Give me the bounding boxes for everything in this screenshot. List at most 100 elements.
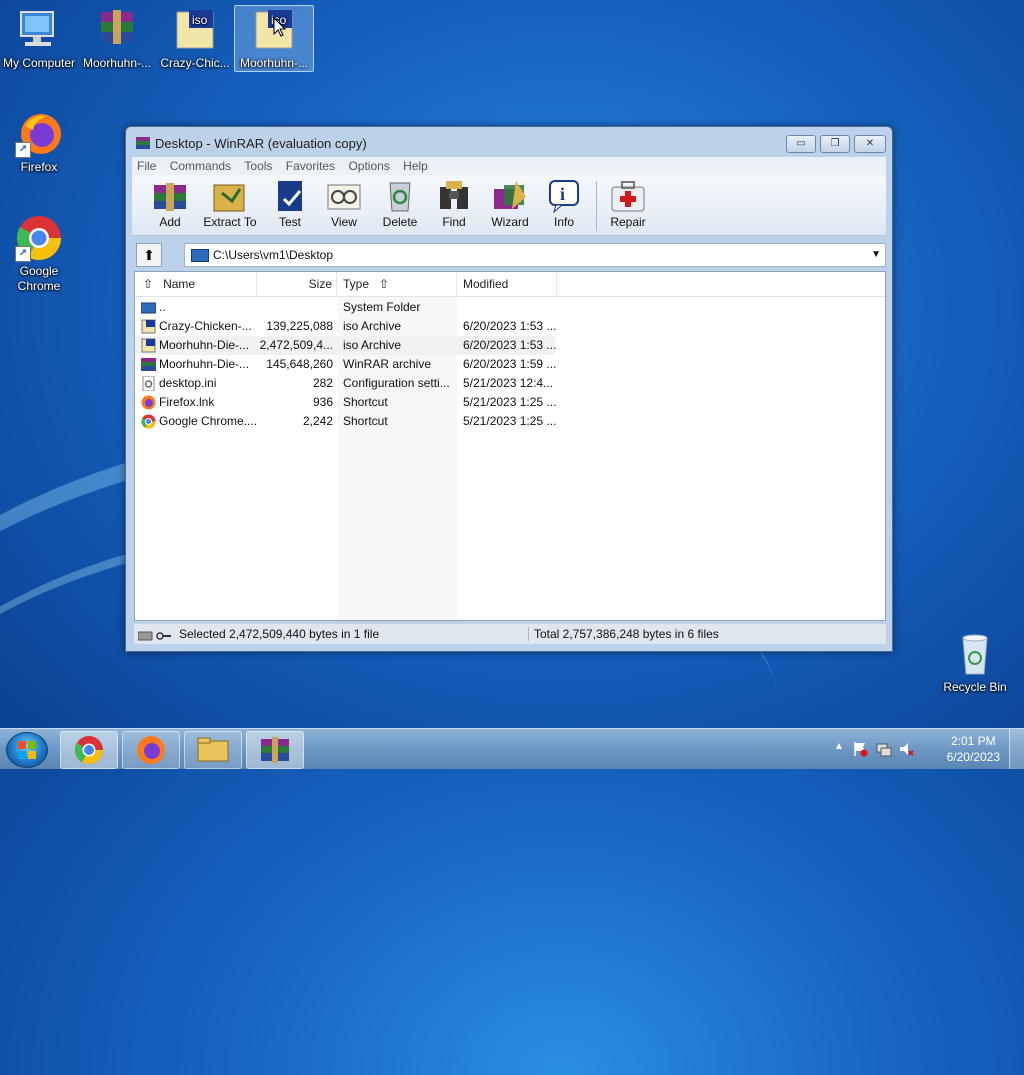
column-modified[interactable]: Modified [457, 272, 557, 296]
menu-favorites[interactable]: Favorites [281, 157, 340, 175]
column-name[interactable]: ⇧ Name [135, 272, 257, 296]
info-icon: i [544, 179, 584, 214]
desktop-icon-moorhuhn-rar[interactable]: Moorhuhn-... [78, 6, 156, 71]
delete-button[interactable]: Delete [370, 179, 430, 229]
taskbar-file-explorer[interactable] [184, 731, 242, 769]
desktop-icon-my-computer[interactable]: My Computer [0, 6, 78, 71]
desktop-icon-google-chrome[interactable]: ↗ Google Chrome [0, 214, 78, 294]
repair-button[interactable]: Repair [598, 179, 658, 229]
column-type[interactable]: Type ⇧ [337, 272, 457, 296]
taskbar-firefox[interactable] [122, 731, 180, 769]
status-total: Total 2,757,386,248 bytes in 6 files [534, 627, 719, 641]
test-button[interactable]: Test [260, 179, 320, 229]
toolbar-separator [596, 181, 597, 231]
file-modified: 6/20/2023 1:53 ... [463, 319, 557, 333]
computer-icon [15, 6, 63, 54]
folder-icon [197, 737, 229, 766]
file-list: ⇧ Name Size Type ⇧ Modified .. System Fo… [134, 271, 886, 621]
volume-muted-icon[interactable] [898, 741, 914, 760]
show-desktop-button[interactable] [1009, 729, 1024, 769]
delete-label: Delete [382, 215, 418, 229]
list-item[interactable]: Google Chrome.... 2,242 Shortcut 5/21/20… [135, 412, 885, 431]
winrar-icon [136, 136, 150, 150]
desktop-icon-label: Crazy-Chic... [160, 56, 230, 70]
wizard-button[interactable]: Wizard [480, 179, 540, 229]
list-item[interactable]: .. System Folder [135, 298, 885, 317]
path-combobox[interactable]: C:\Users\vm1\Desktop ▼ [184, 243, 886, 267]
column-size[interactable]: Size [257, 272, 337, 296]
winrar-window: Desktop - WinRAR (evaluation copy) ▭ ❐ ✕… [125, 126, 893, 652]
menu-commands[interactable]: Commands [165, 157, 236, 175]
extract-to-button[interactable]: Extract To [200, 179, 260, 229]
iso-file-icon: iso [250, 6, 298, 54]
chevron-down-icon[interactable]: ▼ [871, 244, 881, 266]
info-button[interactable]: i Info [534, 179, 594, 229]
file-type: System Folder [343, 300, 421, 314]
sort-up-icon: ⇧ [143, 277, 154, 291]
list-item[interactable]: Moorhuhn-Die-... 145,648,260 WinRAR arch… [135, 355, 885, 374]
file-type: Configuration setti... [343, 376, 450, 390]
list-item[interactable]: Crazy-Chicken-... 139,225,088 iso Archiv… [135, 317, 885, 336]
file-name: Crazy-Chicken-... [159, 319, 252, 333]
iso-file-icon [141, 319, 156, 334]
menu-file[interactable]: File [132, 157, 161, 175]
windows-logo-icon [18, 741, 36, 762]
iso-file-icon: iso [171, 6, 219, 54]
file-size: 936 [312, 395, 333, 409]
desktop-icon-firefox[interactable]: ↗ Firefox [0, 110, 78, 175]
file-modified: 6/20/2023 1:59 ... [463, 357, 557, 371]
desktop-icon-crazy-chicken-iso[interactable]: iso Crazy-Chic... [156, 6, 234, 71]
test-label: Test [278, 215, 301, 229]
file-name: Moorhuhn-Die-... [159, 357, 250, 371]
file-type: iso Archive [343, 338, 402, 352]
list-item[interactable]: Firefox.lnk 936 Shortcut 5/21/2023 1:25 … [135, 393, 885, 412]
file-size: 139,225,088 [266, 319, 333, 333]
file-type: iso Archive [343, 319, 402, 333]
list-item-selected[interactable]: Moorhuhn-Die-... 2,472,509,4... iso Arch… [135, 336, 885, 355]
add-button[interactable]: Add [140, 179, 200, 229]
view-label: View [331, 215, 357, 229]
desktop-icon-recycle-bin[interactable]: Recycle Bin [936, 630, 1014, 695]
file-modified: 6/20/2023 1:53 ... [463, 338, 557, 352]
show-hidden-icons-button[interactable]: ▲ [834, 741, 844, 752]
add-label: Add [159, 215, 181, 229]
taskbar-winrar[interactable] [246, 731, 304, 769]
file-name: Google Chrome.... [159, 414, 258, 428]
file-modified: 5/21/2023 12:4... [463, 376, 554, 390]
file-modified: 5/21/2023 1:25 ... [463, 395, 557, 409]
menu-help[interactable]: Help [398, 157, 433, 175]
sort-up-icon: ⇧ [379, 277, 390, 291]
title-bar[interactable]: Desktop - WinRAR (evaluation copy) ▭ ❐ ✕ [126, 127, 892, 157]
first-aid-kit-icon [608, 179, 648, 213]
file-type: WinRAR archive [343, 357, 432, 371]
file-modified: 5/21/2023 1:25 ... [463, 414, 557, 428]
view-button[interactable]: View [314, 179, 374, 229]
restore-button[interactable]: ❐ [820, 135, 850, 153]
up-arrow-icon: ⬆ [143, 247, 155, 263]
file-size: 2,472,509,4... [259, 338, 333, 352]
close-button[interactable]: ✕ [854, 135, 886, 153]
menu-options[interactable]: Options [343, 157, 394, 175]
column-header: ⇧ Name Size Type ⇧ Modified [135, 272, 885, 297]
clock-date: 6/20/2023 [946, 750, 1000, 764]
toolbar: Add Extract To Test View Delete Find Wiz… [132, 175, 886, 236]
action-center-flag-icon[interactable] [852, 741, 868, 760]
find-button[interactable]: Find [424, 179, 484, 229]
find-label: Find [442, 215, 466, 229]
drive-key-icon [137, 628, 172, 648]
minimize-button[interactable]: ▭ [786, 135, 816, 153]
winrar-archive-icon [141, 357, 156, 372]
winrar-archive-icon [93, 6, 141, 54]
chrome-icon [74, 735, 104, 768]
menu-tools[interactable]: Tools [239, 157, 277, 175]
add-archive-icon [150, 179, 190, 213]
taskbar-chrome[interactable] [60, 731, 118, 769]
clock[interactable]: 2:01 PM 6/20/2023 [947, 733, 1000, 765]
up-folder-button[interactable]: ⬆ [136, 243, 162, 267]
start-button[interactable] [6, 732, 48, 768]
list-item[interactable]: desktop.ini 282 Configuration setti... 5… [135, 374, 885, 393]
desktop-icon-moorhuhn-iso[interactable]: iso Moorhuhn-... [234, 5, 314, 72]
path-value: C:\Users\vm1\Desktop [213, 248, 334, 262]
file-name: Moorhuhn-Die-... [159, 338, 250, 352]
network-icon[interactable] [876, 741, 892, 760]
